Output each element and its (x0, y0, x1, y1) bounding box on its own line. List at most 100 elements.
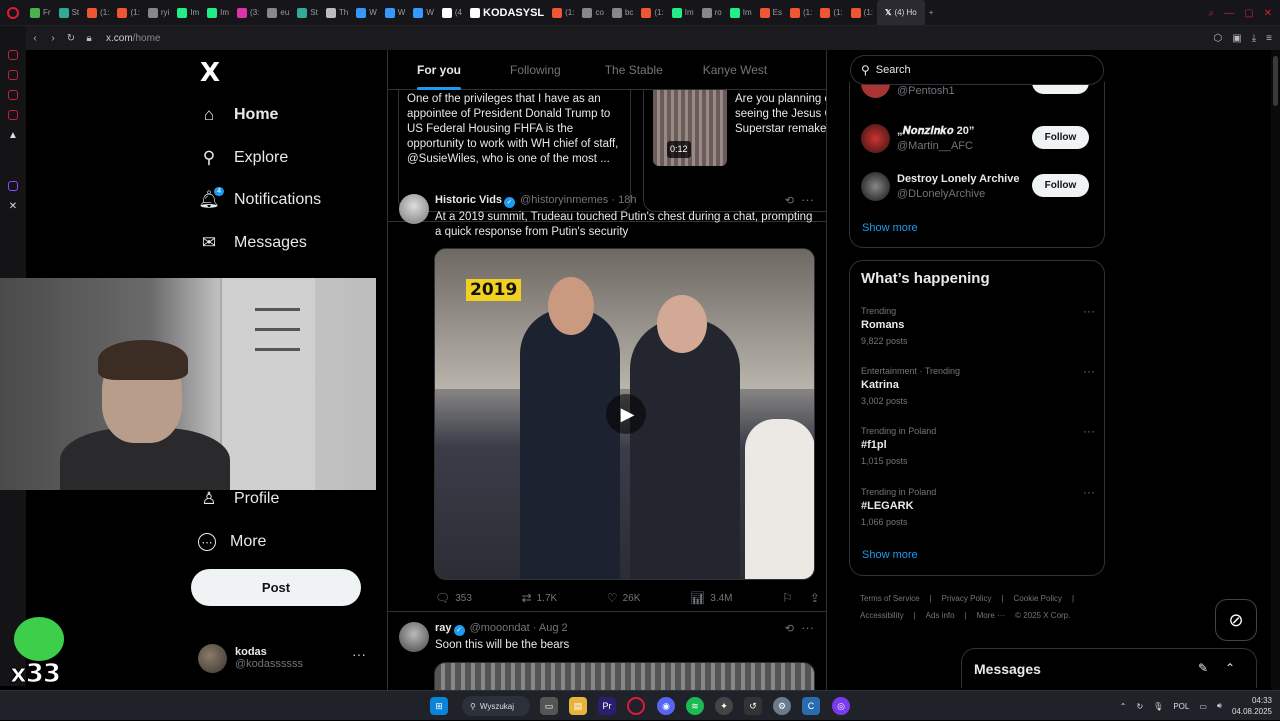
author-avatar[interactable] (399, 194, 429, 224)
browser-tab[interactable]: (1: (83, 0, 113, 25)
tab-active[interactable]: 𝕏 (4) Ho (877, 0, 925, 25)
back-icon[interactable]: ‹ (26, 33, 44, 44)
file-explorer-icon[interactable]: ▤ (569, 697, 587, 715)
sidebar-app-icon[interactable] (8, 70, 18, 80)
discord-icon[interactable]: ◉ (657, 697, 675, 715)
follow-suggestion[interactable]: „𝑵𝒐𝒏𝒛𝒊𝒏𝒌𝒐 20” @Martin__AFC Follow (861, 124, 1101, 158)
app-icon[interactable]: ✦ (715, 697, 733, 715)
tab-kanye-west[interactable]: Kanye West (687, 50, 783, 90)
post-button[interactable]: Post (191, 569, 361, 606)
browser-tab[interactable]: W (352, 0, 381, 25)
browser-tab[interactable]: Im (173, 0, 203, 25)
forward-icon[interactable]: › (44, 33, 62, 44)
search-input[interactable]: ⚲ Search (850, 55, 1104, 85)
browser-tab[interactable]: (1: (113, 0, 143, 25)
menu-icon[interactable]: ≡ (1266, 33, 1272, 44)
browser-tab[interactable]: W (381, 0, 410, 25)
grok-button[interactable]: ⊘ (1215, 599, 1257, 641)
author-avatar[interactable] (399, 622, 429, 652)
browser-tab[interactable]: Fr (26, 0, 55, 25)
twitch-icon[interactable] (8, 181, 18, 191)
url-field[interactable]: x.com/home (106, 33, 160, 44)
footer-link[interactable]: Accessibility (860, 611, 904, 620)
messages-drawer[interactable]: Messages ✎ ⌃ (961, 648, 1257, 688)
author-handle[interactable]: @mooondat (470, 622, 530, 634)
trend-item[interactable]: Entertainment · Trending Katrina 3,002 p… (861, 364, 1097, 418)
grok-icon[interactable]: ⟲ (785, 194, 794, 207)
nav-more[interactable]: ⋯ More (198, 527, 266, 557)
clock[interactable]: 04:33 04.08.2025 (1232, 695, 1272, 717)
sidebar-app-icon[interactable] (8, 110, 18, 120)
browser-tab[interactable]: Im (203, 0, 233, 25)
browser-tab[interactable]: (1: (548, 0, 578, 25)
footer-more-link[interactable]: More ··· (977, 611, 1005, 620)
trend-more-icon[interactable]: ··· (1083, 485, 1095, 499)
sidebar-aria-icon[interactable]: ▲ (8, 130, 18, 141)
account-more-icon[interactable]: ··· (352, 646, 366, 662)
repost-button[interactable]: ⇄ 1.7K (522, 590, 558, 606)
share-icon[interactable]: ⇪ (810, 591, 820, 605)
grok-icon[interactable]: ⟲ (785, 622, 794, 635)
post-more-icon[interactable]: ··· (801, 192, 814, 207)
spotify-icon[interactable]: ≋ (686, 697, 704, 715)
profile-icon[interactable]: ▣ (1232, 33, 1241, 44)
show-more-link[interactable]: Show more (862, 549, 918, 561)
footer-link[interactable]: Terms of Service (860, 594, 920, 603)
nav-messages[interactable]: ✉ Messages (198, 228, 307, 258)
trend-item[interactable]: Trending Romans 9,822 posts ··· (861, 304, 1097, 358)
sidebar-app-icon[interactable] (8, 90, 18, 100)
follow-button[interactable]: Follow (1032, 126, 1089, 149)
sidebar-x-icon[interactable]: ✕ (9, 201, 17, 212)
browser-tab[interactable]: Es (756, 0, 786, 25)
views-button[interactable]: 📊︎ 3.4M (690, 590, 732, 606)
sync-icon[interactable]: ↻ (1136, 702, 1143, 711)
premiere-icon[interactable]: Pr (598, 697, 616, 715)
browser-tab[interactable]: bc (608, 0, 637, 25)
trend-item[interactable]: Trending in Poland #f1pl 1,015 posts ··· (861, 424, 1097, 478)
post-article[interactable]: Historic Vids ✓ @historyinmemes · 18h ⟲ ·… (388, 182, 826, 612)
nav-home[interactable]: ⌂ Home (198, 100, 279, 130)
mic-icon[interactable]: 🎙︎ (1153, 702, 1163, 711)
browser-tab[interactable]: Im (726, 0, 756, 25)
new-tab-button[interactable]: + (925, 0, 938, 25)
browser-tab[interactable]: KODASYSL (466, 0, 548, 25)
reload-icon[interactable]: ↻ (62, 33, 80, 44)
browser-tab[interactable]: (3: (233, 0, 263, 25)
show-more-link[interactable]: Show more (862, 222, 918, 234)
follow-suggestion[interactable]: Destroy Lonely Archive @DLonelyArchive F… (861, 172, 1101, 206)
new-message-icon[interactable]: ✎ (1198, 661, 1208, 675)
browser-tab[interactable]: (4 (438, 0, 466, 25)
reply-button[interactable]: 🗨︎ 353 (435, 590, 472, 606)
footer-link[interactable]: Privacy Policy (942, 594, 992, 603)
browser-tab[interactable]: Th (322, 0, 352, 25)
opera-menu-icon[interactable] (0, 0, 26, 25)
browser-tab[interactable]: (1: (786, 0, 816, 25)
scrollbar-thumb[interactable] (1273, 56, 1278, 106)
post-time[interactable]: · 18h (611, 194, 636, 206)
browser-tab[interactable]: (1: (847, 0, 877, 25)
network-icon[interactable]: ▭ (1199, 702, 1207, 711)
post-image[interactable] (434, 662, 815, 690)
browser-tab[interactable]: ro (698, 0, 726, 25)
browser-tab[interactable]: St (55, 0, 84, 25)
search-tabs-icon[interactable]: ⌕ (1209, 8, 1215, 19)
browser-tab[interactable]: (1: (637, 0, 667, 25)
video-thumbnail[interactable]: 0:12 (653, 90, 727, 166)
post-more-icon[interactable]: ··· (801, 620, 814, 635)
tray-expand-icon[interactable]: ⌃ (1120, 702, 1127, 711)
minimize-icon[interactable]: — (1224, 8, 1234, 19)
play-icon[interactable]: ▶ (606, 394, 646, 434)
footer-link[interactable]: Ads info (926, 611, 955, 620)
expand-icon[interactable]: ⌃ (1225, 661, 1235, 675)
start-icon[interactable]: ⊞ (430, 697, 448, 715)
taskbar-search[interactable]: ⚲ Wyszukaj (462, 696, 530, 716)
tab-following[interactable]: Following (490, 50, 581, 90)
extensions-icon[interactable]: ⬡ (1214, 33, 1223, 44)
account-switcher[interactable]: kodas @kodassssss ··· (198, 638, 378, 678)
like-button[interactable]: ♡ 26K (607, 590, 641, 606)
settings-icon[interactable]: ⚙ (773, 697, 791, 715)
browser-tab[interactable]: ryi (144, 0, 173, 25)
app-icon[interactable]: C (802, 697, 820, 715)
author-name[interactable]: ray (435, 622, 452, 634)
volume-icon[interactable]: 🔊︎ (1217, 701, 1222, 711)
